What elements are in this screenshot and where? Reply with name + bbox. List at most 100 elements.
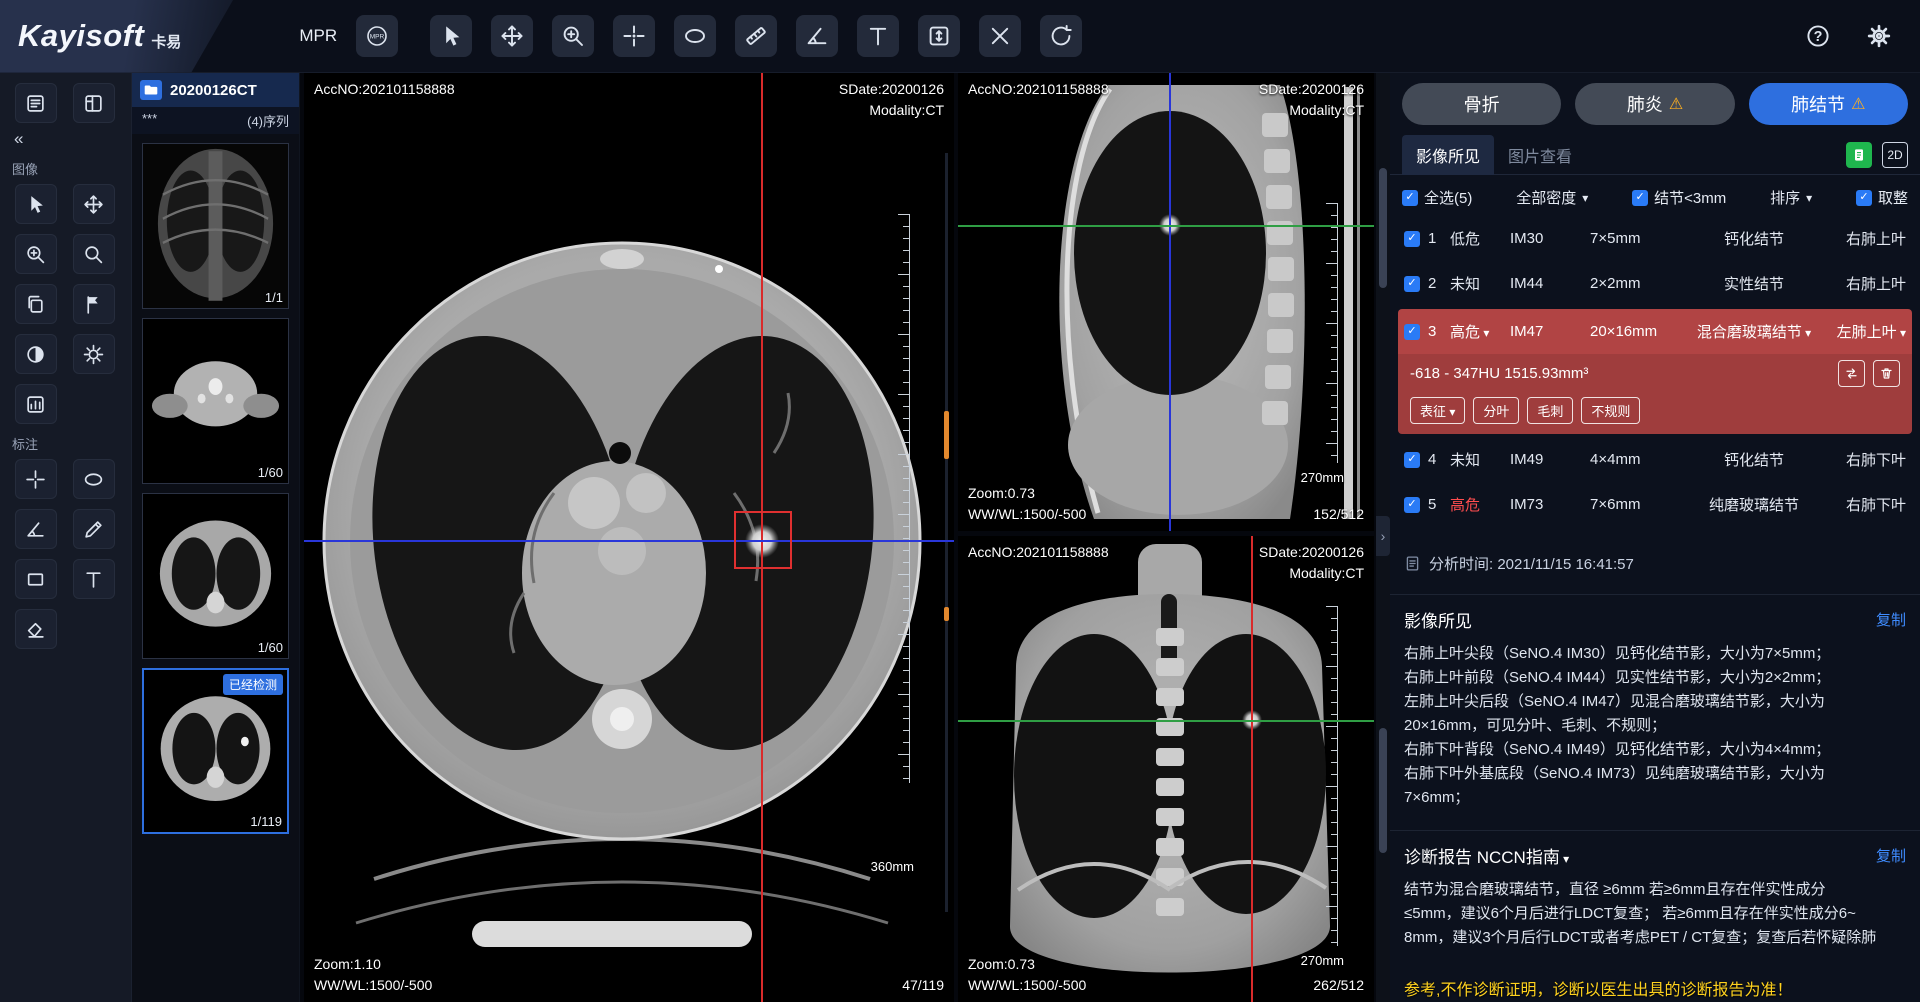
checkbox[interactable] (1856, 190, 1872, 206)
checkbox[interactable] (1404, 276, 1420, 292)
coronal-crosshair-horizontal[interactable] (958, 720, 1374, 722)
feature-tag-irregular[interactable]: 不规则 (1581, 397, 1640, 424)
nodule-location-dropdown[interactable]: 左肺上叶 (1814, 321, 1906, 342)
rail-pointer-tool[interactable] (15, 184, 57, 224)
nodule-row-5[interactable]: 5 高危 IM73 7×6mm 纯磨玻璃结节 右肺下叶 (1398, 482, 1912, 527)
thumb-label: 1/60 (258, 640, 283, 655)
select-all-filter[interactable]: 全选(5) (1402, 187, 1472, 208)
nodule-row-3[interactable]: 3 高危 IM47 20×16mm 混合磨玻璃结节 左肺上叶 (1398, 309, 1912, 354)
panel-expander-handle[interactable] (1376, 516, 1390, 556)
collapse-rail-button[interactable]: « (0, 123, 131, 149)
nodule-row-4[interactable]: 4 未知 IM49 4×4mm 钙化结节 右肺下叶 (1398, 437, 1912, 482)
tab-fracture[interactable]: 骨折 (1402, 83, 1561, 125)
followup-compare-button[interactable] (1838, 360, 1865, 387)
rail-copy-tool[interactable] (15, 284, 57, 324)
report-title-dropdown[interactable]: 诊断报告 NCCN指南 (1404, 843, 1569, 868)
reset-tool-button[interactable] (1040, 15, 1082, 57)
sagittal-crosshair-horizontal[interactable] (958, 225, 1374, 227)
help-button[interactable]: ? (1797, 15, 1839, 57)
thumbnail-series-3[interactable]: 1/60 (142, 493, 289, 659)
density-dropdown[interactable]: 全部密度 (1516, 187, 1588, 208)
checkbox[interactable] (1404, 452, 1420, 468)
checkbox[interactable] (1404, 497, 1420, 513)
eraser-icon (25, 619, 46, 640)
annot-text-tool[interactable] (73, 559, 115, 599)
tab-imaging-findings[interactable]: 影像所见 (1402, 135, 1494, 175)
rail-flag-tool[interactable] (73, 284, 115, 324)
pointer-tool-button[interactable] (430, 15, 472, 57)
thumbnail-series-2[interactable]: 1/60 (142, 318, 289, 484)
coronal-viewport[interactable]: 270mm AccNO:202101158888 SDate:20200126 … (958, 536, 1374, 1002)
pan-tool-button[interactable] (491, 15, 533, 57)
nodule-roi-box[interactable] (734, 511, 792, 569)
rail-magnify-tool[interactable] (73, 234, 115, 274)
risk-level-dropdown[interactable]: 高危 (1450, 321, 1510, 342)
checkbox[interactable] (1404, 324, 1420, 340)
clear-tool-button[interactable] (979, 15, 1021, 57)
mpr-icon: MPR (365, 24, 389, 48)
feature-tag-spiculation[interactable]: 毛刺 (1527, 397, 1573, 424)
settings-button[interactable] (1858, 15, 1900, 57)
ellipse-tool-button[interactable] (674, 15, 716, 57)
rail-contrast-tool[interactable] (15, 334, 57, 374)
axial-crosshair-horizontal[interactable] (304, 540, 954, 542)
checkbox[interactable] (1402, 190, 1418, 206)
axial-slice-marker-2[interactable] (944, 607, 949, 621)
sagittal-sdate: SDate:20200126 (1259, 79, 1364, 100)
thumbnail-series-4-selected[interactable]: 已经检测 1/119 (142, 668, 289, 834)
checkbox[interactable] (1632, 190, 1648, 206)
window-level-tool-button[interactable] (918, 15, 960, 57)
axial-slice-marker[interactable] (944, 411, 949, 459)
zoom-tool-button[interactable] (552, 15, 594, 57)
copy-report-link[interactable]: 复制 (1876, 845, 1906, 866)
nodule-row-2[interactable]: 2 未知 IM44 2×2mm 实性结节 右肺上叶 (1398, 261, 1912, 306)
sagittal-crosshair-vertical[interactable] (1169, 73, 1171, 531)
rail-histogram-tool[interactable] (15, 384, 57, 424)
angle-tool-button[interactable] (796, 15, 838, 57)
ruler-tool-button[interactable] (735, 15, 777, 57)
axial-slice-track[interactable] (945, 153, 948, 912)
sagittal-scrollbar-handle[interactable] (1379, 168, 1387, 288)
tab-pneumonia[interactable]: 肺炎 ⚠ (1575, 83, 1734, 125)
round-filter[interactable]: 取整 (1856, 187, 1908, 208)
annot-eraser-tool[interactable] (15, 609, 57, 649)
axial-viewport[interactable]: 360mm AccNO:202101158888 SDate:20200126 … (304, 73, 954, 1002)
view-2d-toggle[interactable]: 2D (1882, 142, 1908, 168)
feature-tag-lobulation[interactable]: 分叶 (1473, 397, 1519, 424)
annot-ellipse-tool[interactable] (73, 459, 115, 499)
checkbox[interactable] (1404, 231, 1420, 247)
thumbnail-xray[interactable]: 1/1 (142, 143, 289, 309)
sort-dropdown[interactable]: 排序 (1770, 187, 1812, 208)
delete-nodule-button[interactable] (1873, 360, 1900, 387)
sagittal-zoom-info: Zoom:0.73 WW/WL:1500/-500 (968, 483, 1086, 525)
lt3mm-filter[interactable]: 结节<3mm (1632, 187, 1726, 208)
annot-rect-tool[interactable] (15, 559, 57, 599)
annot-crosshair-tool[interactable] (15, 459, 57, 499)
crosshair-tool-button[interactable] (613, 15, 655, 57)
tab-lung-nodule[interactable]: 肺结节 ⚠ (1749, 83, 1908, 125)
nodule-location: 右肺上叶 (1814, 273, 1906, 294)
text-tool-button[interactable] (857, 15, 899, 57)
rail-zoom-tool[interactable] (15, 234, 57, 274)
nodule-location: 右肺上叶 (1814, 228, 1906, 249)
annot-pencil-tool[interactable] (73, 509, 115, 549)
rail-pan-tool[interactable] (73, 184, 115, 224)
series-list-toggle[interactable] (15, 83, 57, 123)
sagittal-viewport[interactable]: 270mm AccNO:202101158888 SDate:20200126 … (958, 73, 1374, 531)
tab-image-view[interactable]: 图片查看 (1494, 135, 1586, 175)
rail-brightness-tool[interactable] (73, 334, 115, 374)
mpr-view-button[interactable]: MPR (356, 15, 398, 57)
coronal-scrollbar-handle[interactable] (1379, 728, 1387, 853)
feature-dropdown[interactable]: 表征 (1410, 397, 1465, 424)
annot-angle-tool[interactable] (15, 509, 57, 549)
report-chip-button[interactable] (1846, 142, 1872, 168)
window-level-icon (927, 24, 951, 48)
coronal-crosshair-vertical[interactable] (1251, 536, 1253, 1002)
ct-thumb-image (143, 319, 288, 483)
layout-toggle[interactable] (73, 83, 115, 123)
series-header[interactable]: 20200126CT (132, 73, 299, 107)
copy-findings-link[interactable]: 复制 (1876, 609, 1906, 630)
nodule-row-1[interactable]: 1 低危 IM30 7×5mm 钙化结节 右肺上叶 (1398, 216, 1912, 261)
risk-level: 未知 (1450, 273, 1510, 294)
nodule-type-dropdown[interactable]: 混合磨玻璃结节 (1694, 321, 1814, 342)
